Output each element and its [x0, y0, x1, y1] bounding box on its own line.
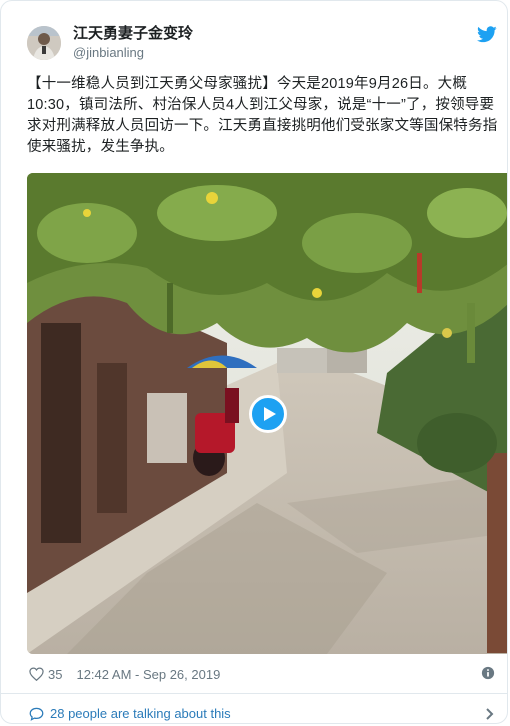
tweet-text: 【十一维稳人员到江天勇父母家骚扰】今天是2019年9月26日。大概10:30，镇… — [27, 76, 498, 155]
user-handle[interactable]: @jinbianling — [73, 45, 144, 61]
play-icon — [264, 407, 276, 421]
display-name[interactable]: 江天勇妻子金变玲 — [73, 25, 193, 43]
play-button[interactable] — [249, 395, 287, 433]
speech-bubble-icon — [29, 707, 44, 721]
info-icon[interactable] — [481, 666, 495, 680]
tweet-card: 江天勇妻子金变玲 @jinbianling 【十一维稳人员到江天勇父母家骚扰】今… — [0, 0, 508, 724]
heart-icon[interactable] — [29, 667, 44, 681]
like-count[interactable]: 35 — [48, 667, 62, 682]
avatar-image — [27, 26, 61, 60]
footer-divider — [1, 693, 507, 694]
twitter-bird-icon[interactable] — [477, 26, 497, 43]
talking-about-text[interactable]: 28 people are talking about this — [50, 706, 231, 721]
tweet-timestamp[interactable]: 12:42 AM - Sep 26, 2019 — [76, 667, 220, 682]
conversation-link[interactable]: 28 people are talking about this — [29, 706, 231, 721]
chevron-right-icon[interactable] — [483, 708, 495, 720]
avatar[interactable] — [27, 26, 61, 60]
video-player[interactable] — [27, 173, 507, 654]
tweet-meta: 35 12:42 AM - Sep 26, 2019 — [29, 665, 220, 683]
